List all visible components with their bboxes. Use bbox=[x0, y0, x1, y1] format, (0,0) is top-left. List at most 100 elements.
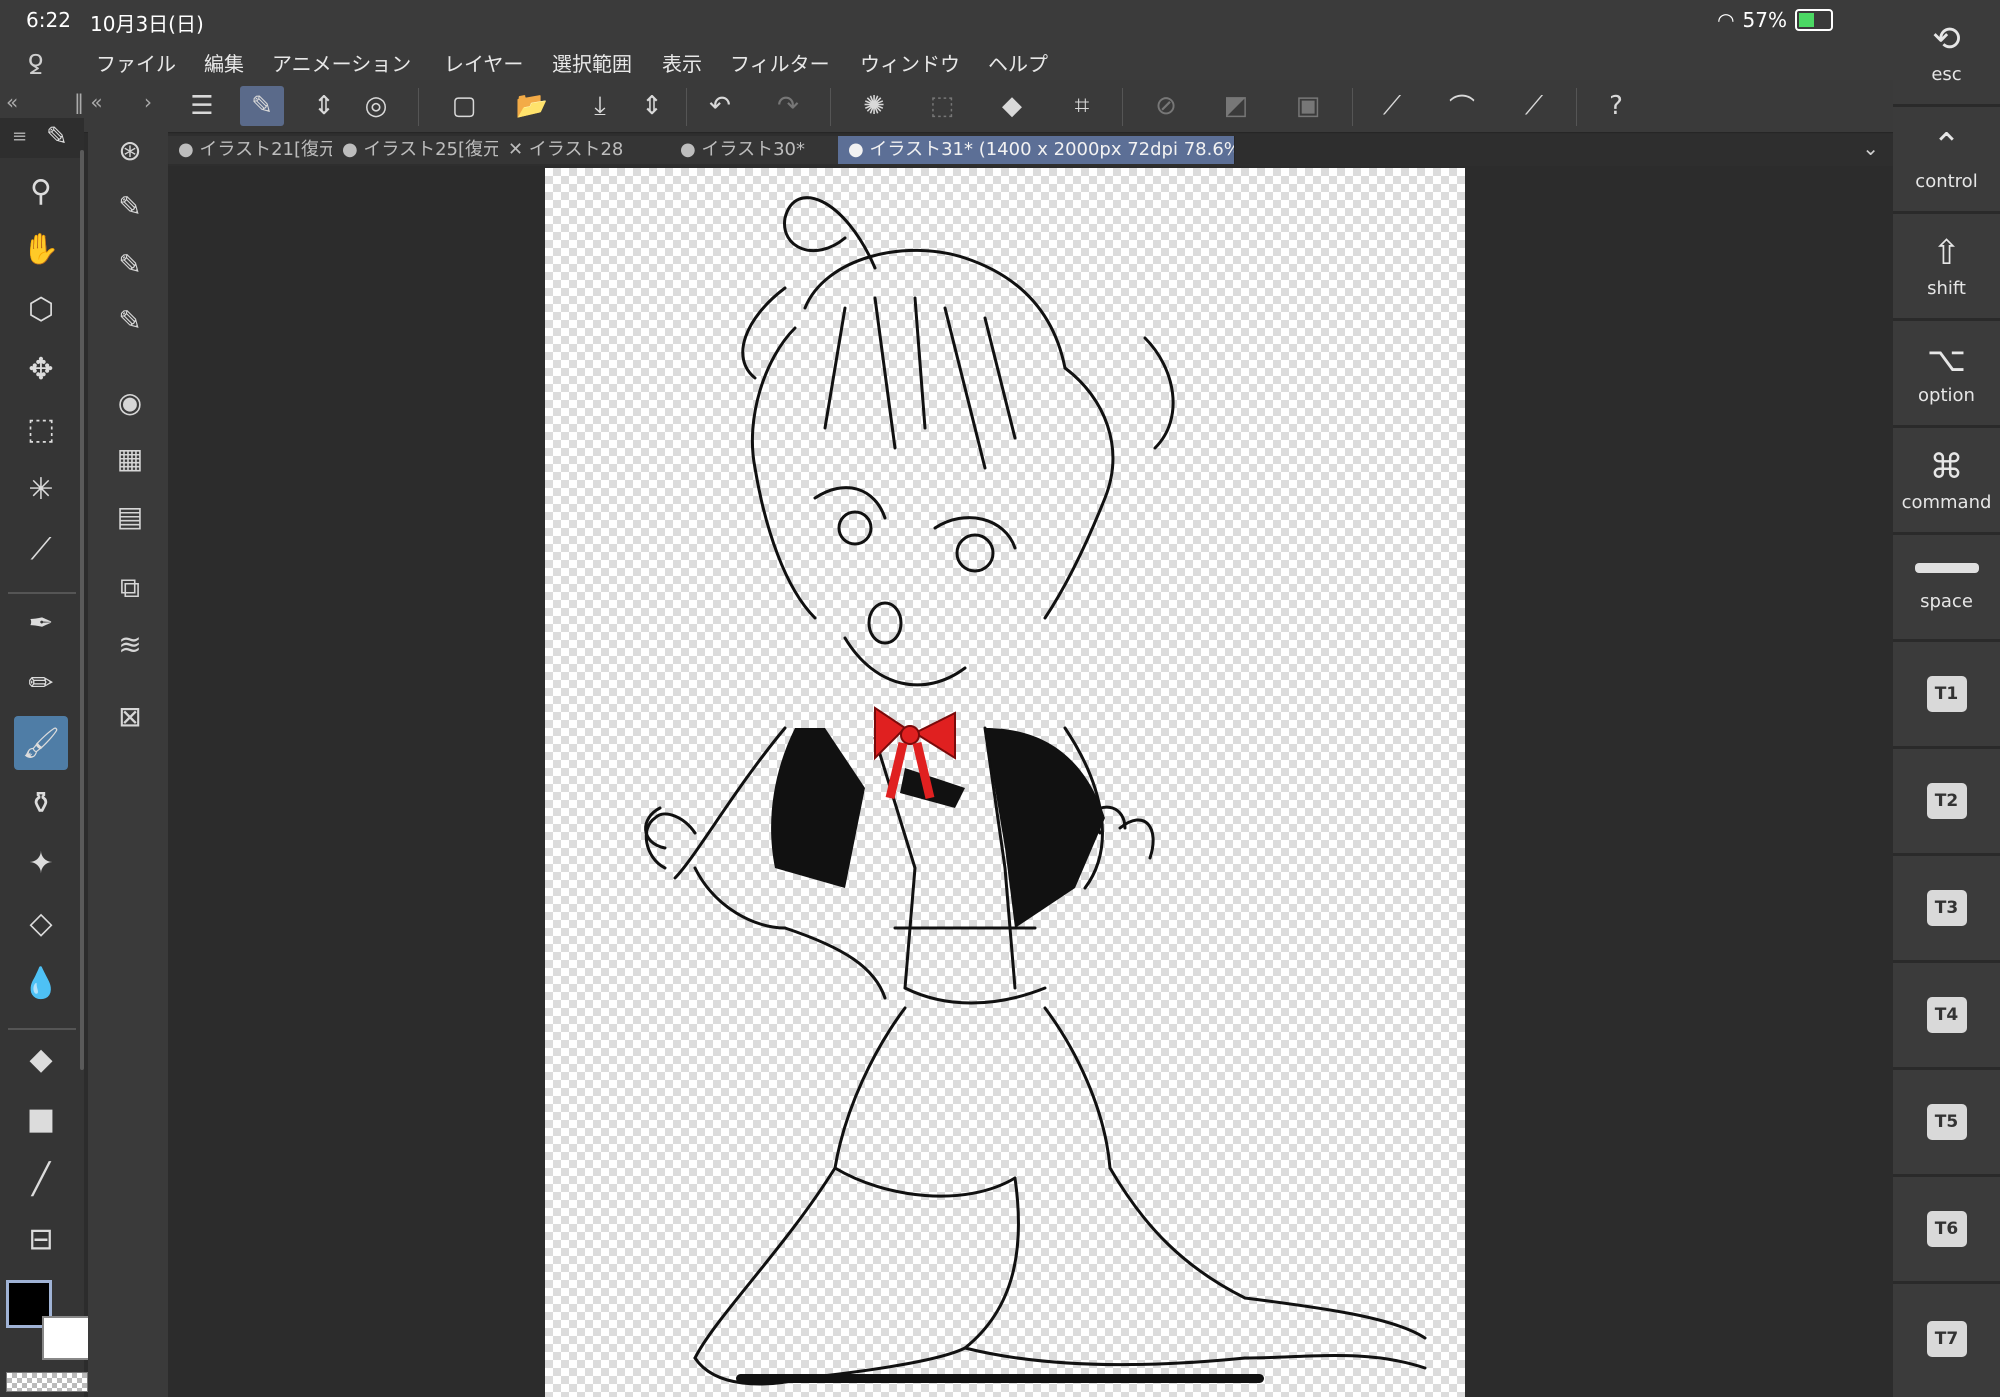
eraser-icon[interactable]: ◇ bbox=[14, 896, 68, 950]
help-icon[interactable]: ? bbox=[1594, 86, 1638, 126]
undo-arrow-icon: ⟲ bbox=[1932, 18, 1961, 59]
sub-tool-detail-icon[interactable]: ✎ bbox=[108, 298, 152, 342]
sub-color-swatch[interactable] bbox=[42, 1316, 90, 1360]
menu-filter[interactable]: フィルター bbox=[730, 48, 830, 77]
pencil-icon[interactable]: ✏ bbox=[14, 656, 68, 710]
frame-icon[interactable]: ⊟ bbox=[14, 1212, 68, 1266]
tab-illust-21[interactable]: ● イラスト21[復元 bbox=[168, 136, 337, 164]
tabs-dropdown-icon[interactable]: ⌄ bbox=[1862, 136, 1879, 160]
redo-icon[interactable]: ↷ bbox=[766, 86, 810, 126]
fill-icon[interactable]: ◆ bbox=[14, 1032, 68, 1086]
esc-key[interactable]: ⟲ esc bbox=[1893, 0, 2000, 107]
spiral-icon[interactable]: ◎ bbox=[354, 86, 398, 126]
t3-key[interactable]: T3 bbox=[1893, 856, 2000, 963]
panel-shortcut-bar: ⊛ ✎ ✎ ✎ ◉ ▦ ▤ ⧉ ≋ ⊠ bbox=[88, 118, 168, 1397]
t6-key[interactable]: T6 bbox=[1893, 1177, 2000, 1284]
crop-icon[interactable]: ⌗ bbox=[1060, 86, 1104, 126]
app-logo-icon[interactable]: ꝿ bbox=[28, 46, 64, 81]
layers-icon[interactable]: ≋ bbox=[108, 622, 152, 666]
move-icon[interactable]: ✥ bbox=[14, 342, 68, 396]
pen-ruler-icon[interactable]: ⟋ bbox=[1512, 86, 1556, 126]
color-wheel-icon[interactable]: ◉ bbox=[108, 380, 152, 424]
brush-icon[interactable]: 🖌 bbox=[14, 716, 68, 770]
home-indicator[interactable] bbox=[736, 1374, 1264, 1383]
save-icon[interactable]: ⤓ bbox=[578, 86, 622, 126]
select-all-icon[interactable]: ▣ bbox=[1286, 86, 1330, 126]
invert-selection-icon[interactable]: ◩ bbox=[1214, 86, 1258, 126]
brush-size-icon[interactable]: ✎ bbox=[108, 242, 152, 286]
clear-selection-icon[interactable]: ⊘ bbox=[1144, 86, 1188, 126]
transparent-color-swatch[interactable] bbox=[6, 1372, 88, 1392]
layer-property-icon[interactable]: ⧉ bbox=[108, 566, 152, 610]
menu-selection[interactable]: 選択範囲 bbox=[552, 48, 632, 77]
open-folder-icon[interactable]: 📂 bbox=[510, 86, 554, 126]
timeline-icon[interactable]: ▤ bbox=[108, 494, 152, 538]
space-key-label: space bbox=[1920, 590, 1973, 612]
pen-tab-icon[interactable]: ✎ bbox=[46, 122, 68, 152]
expand-icon[interactable]: › bbox=[144, 90, 152, 114]
status-bar: 6:22 10月3日(日) ◠ 57% bbox=[0, 0, 1893, 40]
t5-key[interactable]: T5 bbox=[1893, 1070, 2000, 1177]
zoom-icon[interactable]: ⚲ bbox=[14, 164, 68, 218]
toolbar-divider bbox=[686, 88, 687, 126]
menu-view[interactable]: 表示 bbox=[662, 48, 702, 77]
selection-layer-icon[interactable]: ⬚ bbox=[920, 86, 964, 126]
t5-label: T5 bbox=[1926, 1104, 1967, 1140]
tool-palette: ≡ ✎ ⚲ ✋ ⬡ ✥ ⬚ ✳ ⟋ ✒ ✏ 🖌 ⚱ ✦ ◇ 💧 ◆ ■ ╱ ⊟ bbox=[0, 118, 84, 1397]
loading-spinner-icon[interactable]: ✺ bbox=[852, 86, 896, 126]
gradient-icon[interactable]: ■ bbox=[14, 1092, 68, 1146]
navigator-icon[interactable]: ⊛ bbox=[108, 128, 152, 172]
airbrush-icon[interactable]: ⚱ bbox=[14, 776, 68, 830]
menu-animation[interactable]: アニメーション bbox=[272, 48, 411, 77]
palette-menu-icon[interactable]: ≡ bbox=[12, 126, 27, 147]
drawing-canvas[interactable] bbox=[545, 168, 1465, 1397]
pen-icon[interactable]: ✒ bbox=[14, 596, 68, 650]
control-key[interactable]: ⌃ control bbox=[1893, 107, 2000, 214]
menu-bar: ꝿ ファイル 編集 アニメーション レイヤー 選択範囲 表示 フィルター ウィン… bbox=[0, 40, 1893, 81]
save-chevron-icon[interactable]: ⇕ bbox=[630, 86, 674, 126]
t7-label: T7 bbox=[1926, 1321, 1967, 1357]
status-indicators: ◠ 57% bbox=[1717, 8, 1833, 32]
object-select-icon[interactable]: ⬡ bbox=[14, 282, 68, 336]
tab-illust-25[interactable]: ● イラスト25[復元 bbox=[332, 136, 503, 164]
tool-palette-scrollbar[interactable] bbox=[80, 150, 84, 1070]
menu-hamburger-icon[interactable]: ☰ bbox=[180, 86, 224, 126]
tab-illust-28[interactable]: ✕ イラスト28 bbox=[498, 136, 675, 164]
edit-mode-icon[interactable]: ✎ bbox=[240, 86, 284, 126]
shift-key[interactable]: ⇧ shift bbox=[1893, 214, 2000, 321]
command-icon: ⌘ bbox=[1929, 446, 1964, 487]
fill-bucket-icon[interactable]: ◆ bbox=[990, 86, 1034, 126]
color-set-icon[interactable]: ▦ bbox=[108, 436, 152, 480]
t7-key[interactable]: T7 bbox=[1893, 1284, 2000, 1394]
t4-key[interactable]: T4 bbox=[1893, 963, 2000, 1070]
option-key[interactable]: ⌥ option bbox=[1893, 321, 2000, 428]
t1-key[interactable]: T1 bbox=[1893, 642, 2000, 749]
material-icon[interactable]: ⊠ bbox=[108, 694, 152, 738]
menu-window[interactable]: ウィンドウ bbox=[860, 48, 960, 77]
updown-chevron-icon[interactable]: ⇕ bbox=[302, 86, 346, 126]
hand-icon[interactable]: ✋ bbox=[14, 222, 68, 276]
menu-layer[interactable]: レイヤー bbox=[444, 48, 523, 77]
new-canvas-icon[interactable]: ▢ bbox=[442, 86, 486, 126]
figure-icon[interactable]: ╱ bbox=[14, 1152, 68, 1206]
menu-help[interactable]: ヘルプ bbox=[988, 48, 1048, 77]
tab-illust-30[interactable]: ● イラスト30* bbox=[670, 136, 843, 164]
command-key[interactable]: ⌘ command bbox=[1893, 428, 2000, 535]
tool-property-icon[interactable]: ✎ bbox=[108, 184, 152, 228]
brush-ruler-icon[interactable]: ⌒ bbox=[1440, 86, 1484, 126]
panel-toggle-icon[interactable]: ‖ « bbox=[74, 90, 103, 114]
decoration-icon[interactable]: ✦ bbox=[14, 836, 68, 890]
menu-edit[interactable]: 編集 bbox=[204, 48, 244, 77]
collapse-panels-icon[interactable]: « bbox=[6, 90, 18, 114]
ruler-icon[interactable]: ⟋ bbox=[1370, 86, 1414, 126]
undo-icon[interactable]: ↶ bbox=[698, 86, 742, 126]
eyedropper-icon[interactable]: ⟋ bbox=[14, 522, 68, 576]
t2-key[interactable]: T2 bbox=[1893, 749, 2000, 856]
magic-wand-icon[interactable]: ✳ bbox=[14, 462, 68, 516]
marquee-icon[interactable]: ⬚ bbox=[14, 402, 68, 456]
space-key[interactable]: space bbox=[1893, 535, 2000, 642]
menu-file[interactable]: ファイル bbox=[96, 48, 176, 77]
blend-icon[interactable]: 💧 bbox=[14, 956, 68, 1010]
tab-illust-31[interactable]: ● イラスト31* (1400 x 2000px 72dpi 78.6%) bbox=[838, 136, 1235, 164]
status-time: 6:22 bbox=[26, 8, 71, 32]
